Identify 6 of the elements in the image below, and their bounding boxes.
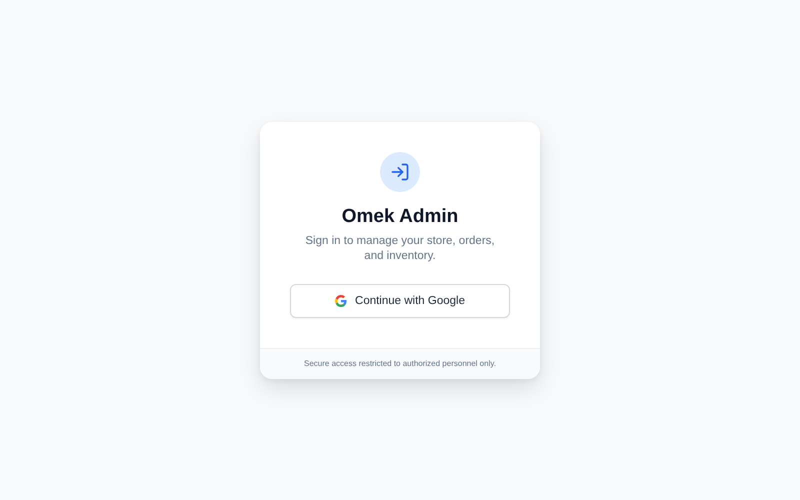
footer-note: Secure access restricted to authorized personnel only. (304, 359, 496, 368)
g-logo-icon (335, 294, 348, 306)
sign-in-icon (380, 152, 420, 192)
subtitle: Sign in to manage your store, orders, and inventory. (304, 234, 496, 264)
sign-in-button[interactable]: Continue with Google (290, 284, 510, 318)
app-title: Omek Admin (342, 204, 458, 228)
